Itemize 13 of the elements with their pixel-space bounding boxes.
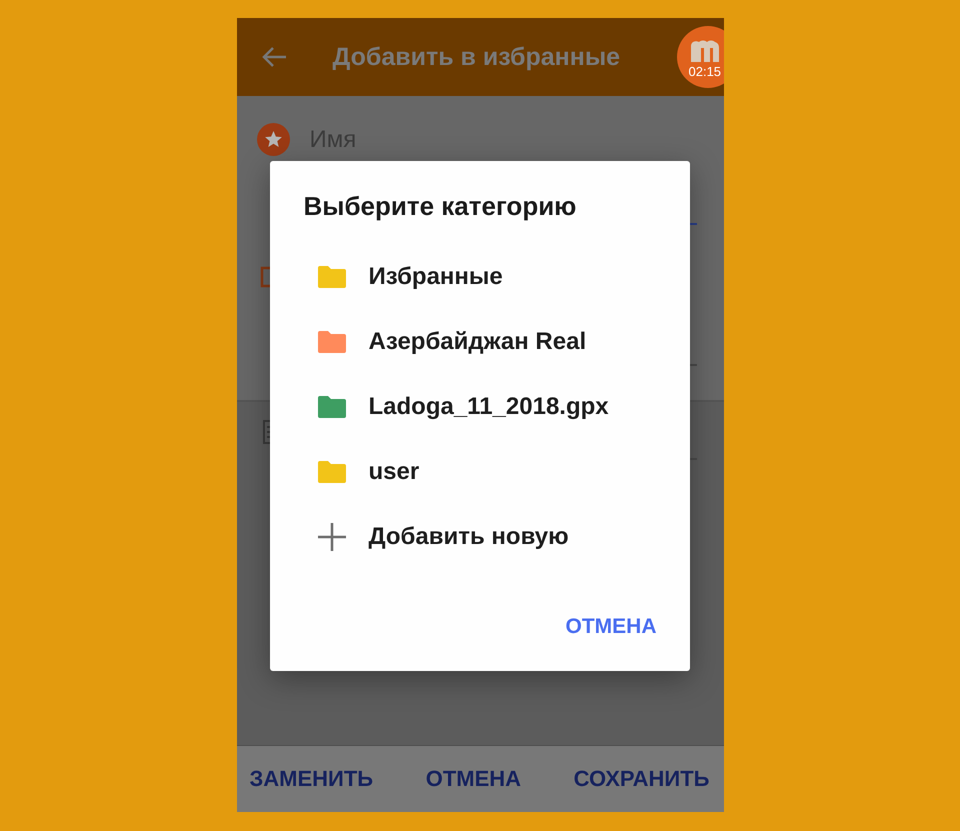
notes-icon <box>262 420 270 444</box>
category-item[interactable]: Ladoga_11_2018.gpx <box>304 374 664 439</box>
category-item[interactable]: Азербайджан Real <box>304 309 664 374</box>
back-arrow-icon[interactable] <box>260 46 286 68</box>
category-item[interactable]: Избранные <box>304 244 664 309</box>
cancel-button[interactable]: ОТМЕНА <box>566 615 656 639</box>
add-category-item[interactable]: Добавить новую <box>304 504 664 569</box>
plus-icon <box>318 522 346 550</box>
recorder-badge[interactable]: 02:15 <box>676 26 724 88</box>
dialog-title: Выберите категорию <box>304 191 578 222</box>
screen-title: Добавить в избранные <box>332 42 620 72</box>
recording-time: 02:15 <box>688 64 722 79</box>
category-item[interactable]: user <box>304 439 664 504</box>
